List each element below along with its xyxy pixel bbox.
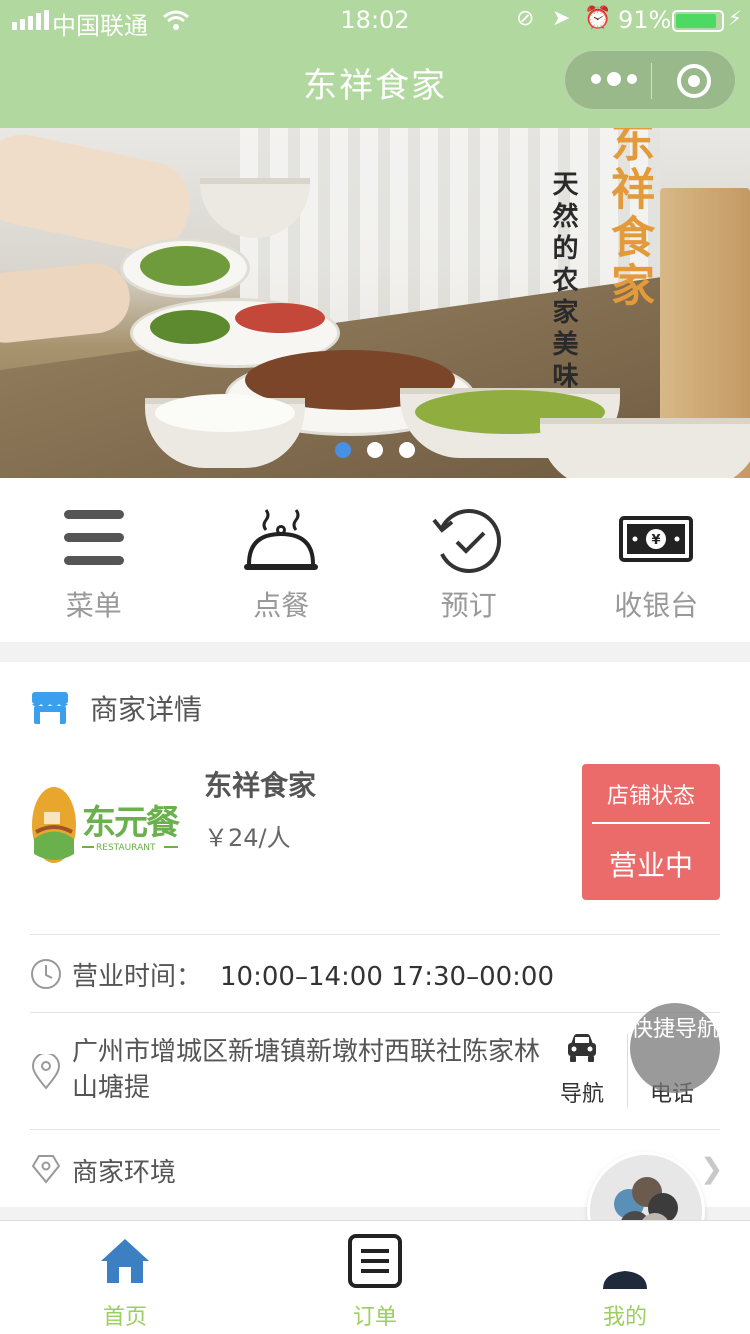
store-status-value: 营业中 xyxy=(608,849,693,882)
store-status-badge: 店铺状态 营业中 xyxy=(582,764,720,900)
business-hours-value: 10:00–14:00 17:30–00:00 xyxy=(220,962,554,992)
quick-item-label: 收银台 xyxy=(614,589,699,622)
status-divider xyxy=(592,822,710,824)
charging-icon: ⚡ xyxy=(728,6,743,30)
quick-item-cashier[interactable]: ¥ 收银台 xyxy=(563,478,750,642)
carousel-indicator xyxy=(0,442,750,458)
banner-salad xyxy=(140,246,230,286)
banner-slogan: 天然的农家美味 xyxy=(548,170,578,394)
navigate-label: 导航 xyxy=(559,1082,604,1107)
shop-icon xyxy=(32,692,68,724)
svg-text:餐: 餐 xyxy=(146,803,180,843)
rotation-lock-icon: ⊘ xyxy=(516,6,535,31)
merchant-environment-link[interactable]: 商家环境 xyxy=(72,1152,176,1189)
banner-brand: 东祥食家 xyxy=(603,128,654,310)
business-hours-label: 营业时间： xyxy=(72,962,203,992)
quick-item-label: 菜单 xyxy=(65,589,122,622)
divider xyxy=(30,934,720,935)
menu-icon xyxy=(63,510,124,565)
mini-program-capsule xyxy=(564,50,736,110)
svg-text:RESTAURANT: RESTAURANT xyxy=(96,843,156,853)
average-price: ￥24/人 xyxy=(204,824,291,852)
chevron-right-icon: ❯ xyxy=(700,1152,724,1185)
restaurant-logo: 东 元 餐 RESTAURANT xyxy=(32,787,180,863)
app-screen: 中国联通 18:02 ⊘ ➤ ⏰ 91% ⚡ 东祥食家 天然的农家美味 东祥食家… xyxy=(0,0,750,1334)
svg-text:¥: ¥ xyxy=(652,533,661,548)
tab-label: 我的 xyxy=(602,1305,647,1330)
location-icon: ➤ xyxy=(552,6,571,31)
merchant-card: 商家详情 东 元 餐 RESTAURANT 东祥食家 ￥24/人 店铺状态 营业… xyxy=(0,662,750,1207)
tab-label: 首页 xyxy=(102,1305,147,1330)
quick-nav-fab[interactable]: 快捷导航 xyxy=(630,1003,720,1093)
cashier-icon: ¥ xyxy=(619,516,694,562)
banner-greens xyxy=(150,310,230,344)
tab-bar: 首页 订单 我的 xyxy=(0,1220,750,1334)
tab-label: 订单 xyxy=(352,1305,397,1330)
home-icon xyxy=(101,1239,149,1283)
tab-orders[interactable]: 订单 xyxy=(250,1221,500,1334)
battery-percent: 91% xyxy=(618,6,672,34)
banner-carousel[interactable]: 天然的农家美味 东祥食家 xyxy=(0,128,750,478)
cloche-icon xyxy=(244,509,319,570)
svg-text:东: 东 xyxy=(82,803,116,843)
banner-sausage xyxy=(235,303,325,333)
alarm-icon: ⏰ xyxy=(584,6,612,31)
carousel-dot[interactable] xyxy=(399,442,415,458)
top-bar: 中国联通 18:02 ⊘ ➤ ⏰ 91% ⚡ 东祥食家 xyxy=(0,0,750,128)
navigate-button[interactable]: 导航 xyxy=(552,1032,612,1108)
section-header: 商家详情 xyxy=(30,686,202,730)
tab-home[interactable]: 首页 xyxy=(0,1221,250,1334)
tab-profile[interactable]: 我的 xyxy=(500,1221,750,1334)
quick-item-menu[interactable]: 菜单 xyxy=(0,478,188,642)
car-icon xyxy=(568,1034,596,1062)
svg-text:元: 元 xyxy=(114,803,148,843)
banner-rice xyxy=(155,394,295,432)
quick-item-order[interactable]: 点餐 xyxy=(188,478,376,642)
diamond-pin-icon xyxy=(31,1155,61,1184)
close-program-icon[interactable] xyxy=(677,64,711,98)
reserve-icon xyxy=(432,509,501,573)
quick-item-label: 预订 xyxy=(440,589,497,622)
status-bar: 中国联通 18:02 ⊘ ➤ ⏰ 91% ⚡ xyxy=(0,0,750,40)
divider xyxy=(30,1129,720,1130)
banner-hand xyxy=(0,259,134,347)
quick-item-label: 点餐 xyxy=(253,589,310,622)
action-divider xyxy=(627,1034,628,1108)
quick-item-reserve[interactable]: 预订 xyxy=(375,478,563,642)
more-icon[interactable] xyxy=(591,72,637,86)
divider xyxy=(30,1012,720,1013)
section-title: 商家详情 xyxy=(90,693,203,726)
order-icon xyxy=(348,1234,402,1288)
business-hours: 营业时间： 10:00–14:00 17:30–00:00 xyxy=(72,956,554,993)
quick-menu: 菜单 点餐 预订 ¥ 收银台 xyxy=(0,478,750,642)
store-status-label: 店铺状态 xyxy=(606,784,695,809)
map-pin-icon xyxy=(31,1054,61,1090)
clock-icon xyxy=(31,959,61,989)
user-icon xyxy=(603,1271,647,1289)
merchant-address[interactable]: 广州市增城区新塘镇新墩村西联社陈家林山塘提 xyxy=(72,1034,542,1106)
carousel-dot[interactable] xyxy=(367,442,383,458)
battery-icon xyxy=(672,10,724,32)
carousel-dot[interactable] xyxy=(335,442,351,458)
capsule-divider xyxy=(651,63,652,99)
merchant-name: 东祥食家 xyxy=(204,769,317,802)
